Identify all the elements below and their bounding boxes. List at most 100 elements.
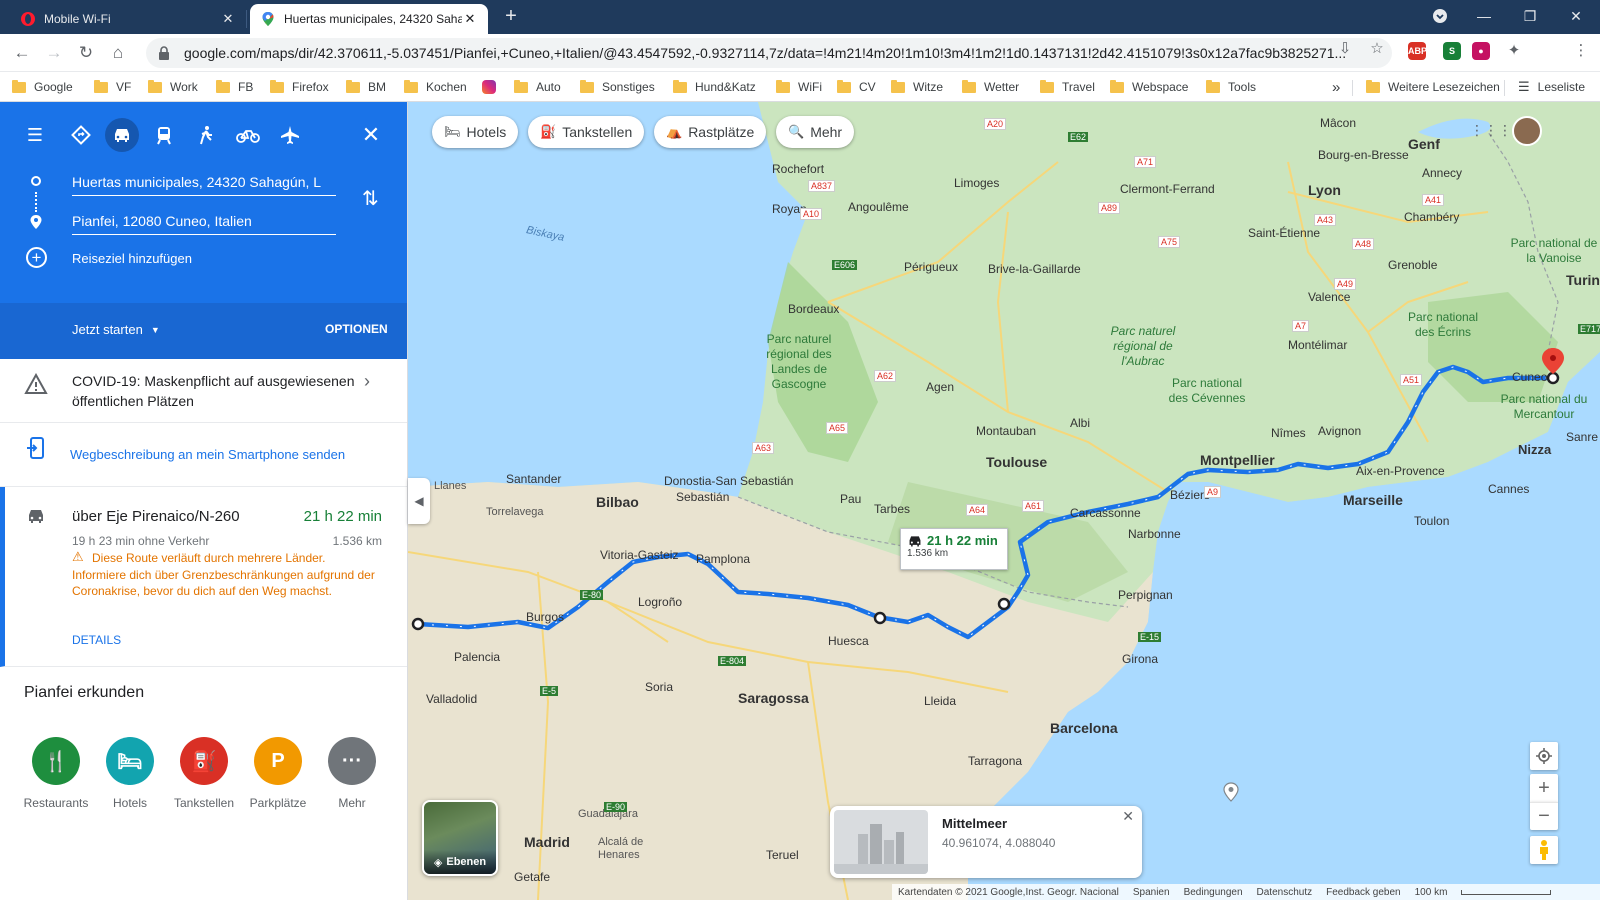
layers-button[interactable]: ◈ Ebenen (422, 800, 498, 876)
region-link[interactable]: Spanien (1133, 887, 1170, 898)
close-directions-icon[interactable]: ✕ (354, 118, 388, 152)
bookmark-kochen[interactable]: Kochen (404, 77, 467, 97)
bookmark-cv[interactable]: CV (837, 77, 876, 97)
instagram-bookmark[interactable] (482, 77, 496, 97)
install-icon[interactable]: ⇩ (1336, 40, 1354, 58)
feedback-link[interactable]: Feedback geben (1326, 887, 1401, 898)
sheets-extension-icon[interactable]: S (1443, 42, 1461, 60)
pegman-button[interactable] (1530, 836, 1558, 864)
bookmark-vf[interactable]: VF (94, 77, 131, 97)
close-tab-icon[interactable]: ✕ (462, 11, 478, 27)
close-place-card-icon[interactable]: ✕ (1122, 808, 1134, 825)
destination-marker (1546, 371, 1560, 385)
mode-walk[interactable] (189, 118, 223, 152)
place-card[interactable]: Mittelmeer 40.961074, 4.088040 ✕ (830, 806, 1142, 878)
bookmark-fb[interactable]: FB (216, 77, 253, 97)
chevron-right-icon: › (364, 371, 370, 391)
folder-icon (148, 79, 162, 93)
reading-list[interactable]: ☰ Leseliste (1518, 77, 1585, 97)
map-label-city: Cuneo (1512, 370, 1548, 384)
map-label-city: Carcassonne (1070, 506, 1141, 520)
chip-label: Mehr (810, 124, 843, 140)
bookmark-travel[interactable]: Travel (1040, 77, 1095, 97)
send-to-phone-link: Wegbeschreibung an mein Smartphone sende… (70, 447, 346, 462)
bookmark-firefox[interactable]: Firefox (270, 77, 329, 97)
map-label-city: Nîmes (1271, 426, 1306, 440)
collapse-panel-button[interactable]: ◀ (408, 478, 430, 524)
bookmark-auto[interactable]: Auto (514, 77, 561, 97)
extension-icon[interactable]: ● (1472, 42, 1490, 60)
bookmark-star-icon[interactable]: ☆ (1368, 40, 1386, 58)
bookmark-google[interactable]: Google (12, 77, 73, 97)
address-bar[interactable]: google.com/maps/dir/42.370611,-5.037451/… (146, 38, 1392, 68)
chip-rest-areas[interactable]: ⛺ Rastplätze (654, 116, 767, 148)
mode-transit[interactable] (147, 118, 181, 152)
mode-car[interactable] (105, 118, 139, 152)
extensions-puzzle-icon[interactable]: ✦ (1505, 42, 1523, 60)
more-bookmarks-button[interactable]: » (1332, 77, 1340, 97)
bookmark-sonstiges[interactable]: Sonstiges (580, 77, 655, 97)
apps-grid-icon[interactable]: ⋮⋮⋮ (1470, 120, 1512, 140)
bookmark-webspace[interactable]: Webspace (1110, 77, 1188, 97)
forward-button[interactable]: → (42, 41, 66, 65)
tab-google-maps[interactable]: Huertas municipales, 24320 Sahagún ✕ (250, 4, 488, 34)
my-location-button[interactable] (1530, 742, 1558, 770)
mode-bike[interactable] (231, 118, 265, 152)
new-tab-button[interactable]: + (500, 6, 522, 28)
explore-parking-button[interactable]: P (254, 737, 302, 785)
close-window-button[interactable]: ✕ (1553, 0, 1599, 32)
reload-button[interactable]: ↻ (74, 41, 98, 65)
chip-hotels[interactable]: 🛏 Hotels (432, 116, 519, 148)
explore-hotels-button[interactable]: 🛏 (106, 737, 154, 785)
explore-restaurants-button[interactable]: 🍴 (32, 737, 80, 785)
origin-input[interactable]: Huertas municipales, 24320 Sahagún, L (72, 170, 336, 196)
route-details-link[interactable]: DETAILS (72, 633, 121, 647)
chip-more[interactable]: 🔍 Mehr (776, 116, 855, 148)
map-label-city: Palencia (454, 650, 501, 664)
route-callout[interactable]: 21 h 22 min 1.536 km (900, 528, 1008, 570)
add-destination-link[interactable]: Reiseziel hinzufügen (72, 251, 192, 266)
menu-kebab-icon[interactable]: ⋮ (1572, 42, 1590, 60)
minimize-button[interactable]: — (1461, 0, 1507, 32)
back-button[interactable]: ← (10, 41, 34, 65)
swap-waypoints-icon[interactable]: ⇅ (362, 186, 379, 211)
mode-flight[interactable] (273, 118, 307, 152)
bookmark-wetter[interactable]: Wetter (962, 77, 1019, 97)
restore-button[interactable]: ❐ (1507, 0, 1553, 32)
route-option-card[interactable]: über Eje Pirenaico/N-260 21 h 22 min 19 … (0, 487, 407, 667)
bookmark-work[interactable]: Work (148, 77, 198, 97)
bookmark-label: Kochen (426, 80, 467, 94)
tab-mobile-wifi[interactable]: Mobile Wi-Fi ✕ (10, 4, 246, 34)
bookmark-hundkatz[interactable]: Hund&Katz (673, 77, 756, 97)
tab-search-icon[interactable] (1417, 0, 1463, 32)
bookmark-wifi[interactable]: WiFi (776, 77, 822, 97)
depart-time-dropdown[interactable]: Jetzt starten ▼ (72, 322, 160, 337)
privacy-link[interactable]: Datenschutz (1257, 887, 1313, 898)
terms-link[interactable]: Bedingungen (1184, 887, 1243, 898)
close-tab-icon[interactable]: ✕ (220, 11, 236, 27)
bookmark-bm[interactable]: BM (346, 77, 386, 97)
map-label-city: Nizza (1518, 442, 1552, 457)
other-bookmarks[interactable]: Weitere Lesezeichen (1366, 77, 1500, 97)
chip-fuel[interactable]: ⛽ Tankstellen (528, 116, 645, 148)
bookmark-witze[interactable]: Witze (891, 77, 943, 97)
home-button[interactable]: ⌂ (106, 41, 130, 65)
map-label-city: Toulon (1414, 514, 1450, 528)
adblock-extension-icon[interactable]: ABP (1408, 42, 1427, 60)
covid-notice-row[interactable]: COVID-19: Maskenpflicht auf ausgewiesene… (0, 359, 407, 423)
send-to-phone-row[interactable]: Wegbeschreibung an mein Smartphone sende… (0, 423, 407, 487)
add-destination-icon[interactable]: + (26, 247, 47, 268)
explore-more-button[interactable]: ··· (328, 737, 376, 785)
scale-label[interactable]: 100 km (1415, 887, 1448, 898)
account-avatar[interactable] (1512, 116, 1542, 146)
menu-hamburger-icon[interactable]: ☰ (18, 118, 52, 152)
zoom-out-button[interactable]: − (1530, 802, 1558, 830)
bookmark-tools[interactable]: Tools (1206, 77, 1256, 97)
map-label-city: Alcalá de Henares (598, 836, 644, 861)
explore-fuel-button[interactable]: ⛽ (180, 737, 228, 785)
zoom-in-button[interactable]: + (1530, 774, 1558, 802)
options-button[interactable]: OPTIONEN (325, 322, 388, 336)
mode-best-route[interactable] (64, 118, 98, 152)
map-canvas[interactable]: Biskaya Bordeaux Toulouse Montpellier Ma… (408, 102, 1600, 900)
destination-input[interactable]: Pianfei, 12080 Cuneo, Italien (72, 209, 336, 235)
